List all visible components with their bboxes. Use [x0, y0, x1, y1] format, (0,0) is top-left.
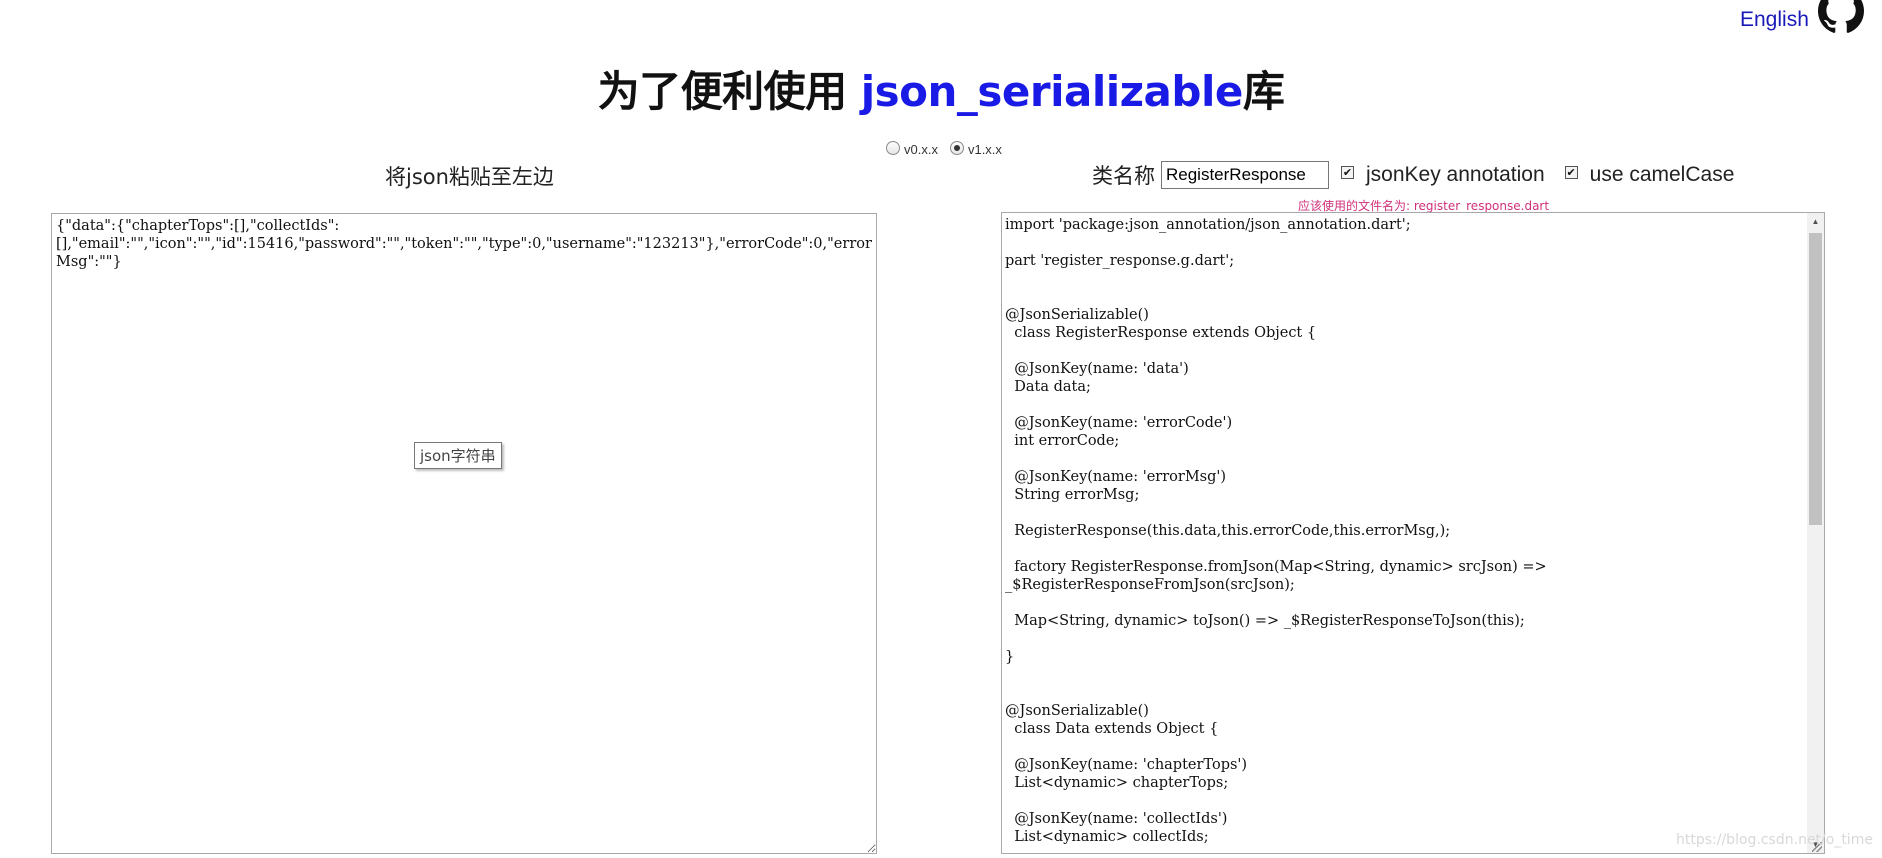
- title-suffix: 库: [1242, 67, 1285, 116]
- version-radio-group: v0.x.x v1.x.x: [886, 141, 1012, 157]
- version-option-v1[interactable]: v1.x.x: [949, 141, 1002, 157]
- dart-code-text: import 'package:json_annotation/json_ann…: [1005, 217, 1547, 845]
- page-title: 为了便利使用 json_serializable库: [0, 58, 1882, 119]
- watermark: https://blog.csdn.net/o_time: [1676, 832, 1873, 848]
- json-key-checkbox[interactable]: ✔: [1341, 165, 1354, 179]
- version-label-v1: v1.x.x: [967, 142, 1002, 157]
- camel-case-checkbox[interactable]: ✔: [1564, 165, 1578, 179]
- scrollbar-thumb[interactable]: [1809, 233, 1822, 525]
- title-prefix: 为了便利使用: [597, 67, 861, 116]
- version-option-v0[interactable]: v0.x.x: [886, 141, 938, 157]
- title-library-name: json_serializable: [860, 67, 1244, 116]
- json-key-label: jsonKey annotation: [1366, 163, 1545, 186]
- dart-code-output[interactable]: import 'package:json_annotation/json_ann…: [1001, 212, 1825, 854]
- scroll-up-arrow-icon[interactable]: ▲: [1807, 213, 1824, 230]
- class-options-row: 类名称 ✔ jsonKey annotation ✔ use camelCase: [1092, 160, 1754, 190]
- class-name-input[interactable]: [1161, 161, 1329, 189]
- camel-case-label: use camelCase: [1589, 163, 1735, 186]
- json-input-label: 将json粘贴至左边: [385, 165, 554, 189]
- radio-v0[interactable]: [886, 141, 900, 155]
- github-icon[interactable]: [1818, 0, 1864, 34]
- output-scrollbar[interactable]: ▲ ▼: [1807, 213, 1824, 853]
- language-link-english[interactable]: English: [1740, 8, 1809, 32]
- json-input[interactable]: {"data":{"chapterTops":[],"collectIds": …: [51, 213, 877, 854]
- radio-v1[interactable]: [949, 141, 964, 155]
- class-name-label: 类名称: [1092, 164, 1155, 188]
- version-label-v0: v0.x.x: [904, 142, 938, 157]
- json-input-tooltip: json字符串: [414, 442, 502, 469]
